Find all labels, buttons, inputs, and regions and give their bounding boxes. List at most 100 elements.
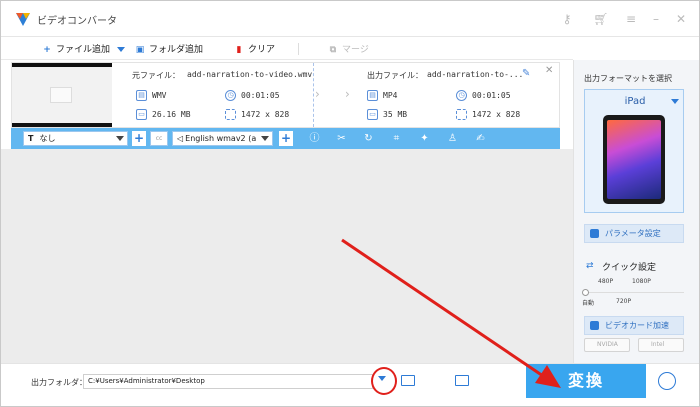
annotation-circle [371, 367, 397, 395]
cc-icon[interactable]: cc [150, 131, 168, 146]
chevron-down-icon [116, 136, 124, 141]
gpu-acceleration-button[interactable]: ビデオカード加速 [584, 316, 684, 335]
add-subtitle-button[interactable]: + [132, 131, 146, 146]
chevron-down-icon[interactable] [116, 47, 125, 52]
clock-icon: ◷ [456, 90, 467, 101]
resolution-icon [225, 109, 236, 120]
parameter-settings-button[interactable]: パラメータ設定 [584, 224, 684, 243]
output-label: 出力ファイル： [367, 71, 423, 80]
close-icon[interactable]: ✕ [671, 9, 691, 29]
chevron-right-icon: › [345, 87, 350, 101]
folder-icon: ▭ [367, 109, 378, 120]
source-filename: add-narration-to-video.wmv [187, 70, 313, 79]
format-icon: ▤ [367, 90, 378, 101]
speaker-icon: ◁ [177, 134, 184, 143]
intel-badge[interactable]: Intel [638, 338, 684, 352]
edit-name-icon[interactable]: ✎ [522, 68, 530, 79]
source-label: 元ファイル： [132, 71, 180, 80]
sliders-icon [590, 229, 599, 238]
rotate-icon[interactable]: ↻ [362, 132, 375, 145]
format-panel-title: 出力フォーマットを選択 [584, 74, 672, 83]
add-folder-button[interactable]: ▣ フォルダ追加 [134, 42, 203, 58]
quality-label-480: 480P [598, 278, 614, 285]
bottom-bar: 出力フォルダ： C:¥Users¥Administrator¥Desktop 変… [1, 363, 699, 406]
chevron-down-icon [671, 99, 679, 104]
info-icon[interactable]: ⓘ [308, 132, 321, 145]
menu-icon[interactable]: ≡ [621, 9, 641, 29]
convert-button[interactable]: 変換 [526, 364, 646, 398]
folder-icon: ▭ [136, 109, 147, 120]
merge-button[interactable]: ⧉ マージ [327, 42, 369, 58]
add-folder-label: フォルダ追加 [149, 45, 204, 55]
quality-slider-handle[interactable] [582, 289, 589, 296]
key-icon[interactable]: ⚷ [557, 9, 577, 29]
merge-icon: ⧉ [329, 45, 337, 55]
plus-icon: + [43, 45, 51, 55]
clock-icon: ◷ [225, 90, 236, 101]
trash-icon: ▮ [236, 45, 242, 55]
app-logo-icon [16, 13, 30, 26]
file-list-area [1, 149, 573, 363]
quick-settings-title: クイック設定 [602, 263, 657, 273]
play-icon [50, 87, 72, 103]
quality-label-auto: 自動 [582, 300, 595, 307]
nvidia-badge[interactable]: NVIDIA [584, 338, 630, 352]
title-bar: ビデオコンバータ ⚷ 🛒︎ ≡ – ✕ [1, 1, 699, 37]
format-panel: 出力フォーマットを選択 iPad パラメータ設定 ⇄ クイック設定 480P 1… [573, 60, 699, 363]
scissors-icon[interactable]: ✂ [335, 132, 348, 145]
audio-track-value: English wmav2 (a [185, 134, 257, 143]
add-file-button[interactable]: + ファイル追加 [41, 42, 125, 58]
add-audio-button[interactable]: + [279, 131, 293, 146]
watermark-icon[interactable]: ♙ [446, 132, 459, 145]
remove-file-icon[interactable]: ✕ [545, 65, 553, 76]
quality-label-1080: 1080P [632, 278, 651, 285]
add-file-label: ファイル追加 [56, 45, 111, 55]
ipad-device-image [603, 115, 665, 204]
gpu-acceleration-label: ビデオカード加速 [605, 321, 669, 330]
output-duration: 00:01:05 [472, 91, 511, 100]
clear-label: クリア [248, 45, 276, 55]
quick-settings-icon: ⇄ [586, 261, 594, 271]
quality-label-720: 720P [616, 298, 632, 305]
output-format: MP4 [383, 91, 398, 100]
output-folder-field[interactable]: C:¥Users¥Administrator¥Desktop [83, 374, 373, 389]
resolution-icon [456, 109, 467, 120]
folder-plus-icon: ▣ [135, 45, 145, 55]
crop-icon[interactable]: ⌗ [390, 132, 403, 145]
video-thumbnail[interactable] [12, 63, 112, 127]
subtitle-edit-icon[interactable]: ✍ [474, 132, 487, 145]
source-format: WMV [152, 91, 167, 100]
subtitle-select[interactable]: T なし [23, 131, 128, 146]
source-size: 26.16 MB [152, 110, 191, 119]
open-folder-icon[interactable] [401, 375, 415, 386]
audio-track-select[interactable]: ◁ English wmav2 (a [172, 131, 273, 146]
clear-button[interactable]: ▮ クリア [233, 42, 276, 58]
chevron-right-icon: › [315, 87, 320, 101]
quality-slider-track[interactable] [584, 292, 684, 293]
edit-toolbar: T なし + cc ◁ English wmav2 (a + ⓘ ✂ ↻ ⌗ ✦ ♙… [11, 128, 560, 149]
format-selector[interactable]: iPad [584, 89, 684, 213]
format-icon: ▤ [136, 90, 147, 101]
divider [298, 43, 299, 55]
chevron-down-icon [261, 136, 269, 141]
output-folder-label: 出力フォルダ： [31, 378, 87, 387]
divider [313, 63, 314, 127]
effects-icon[interactable]: ✦ [418, 132, 431, 145]
text-icon: T [28, 134, 34, 143]
output-filename: add-narration-to-... [427, 70, 524, 79]
app-title: ビデオコンバータ [37, 16, 117, 27]
subtitle-select-value: なし [39, 134, 56, 143]
merge-label: マージ [342, 45, 369, 55]
toolbar: + ファイル追加 ▣ フォルダ追加 ▮ クリア ⧉ マージ [1, 38, 573, 60]
source-duration: 00:01:05 [241, 91, 280, 100]
source-resolution: 1472 x 828 [241, 110, 290, 119]
alarm-clock-icon[interactable] [658, 372, 676, 390]
browse-folder-icon[interactable] [455, 375, 469, 386]
cart-icon[interactable]: 🛒︎ [591, 9, 611, 29]
parameter-settings-label: パラメータ設定 [605, 229, 661, 238]
format-name: iPad [624, 96, 646, 107]
output-resolution: 1472 x 828 [472, 110, 521, 119]
ipad-screen [607, 120, 661, 199]
file-item[interactable]: 元ファイル： add-narration-to-video.wmv ▤ WMV … [11, 62, 560, 128]
minimize-icon[interactable]: – [646, 9, 666, 29]
